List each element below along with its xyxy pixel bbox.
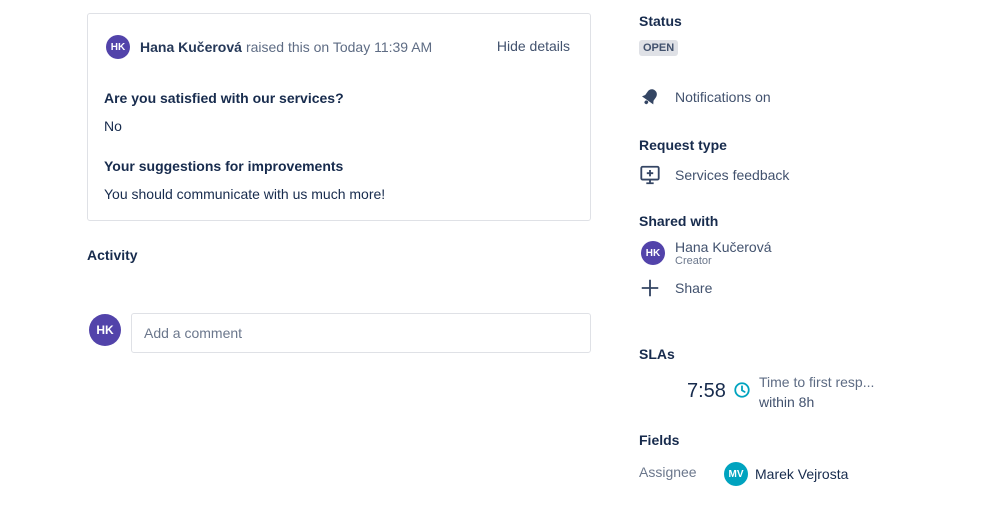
request-type-label: Request type — [639, 137, 727, 153]
shared-avatar-wrap: HK — [639, 241, 667, 265]
notifications-toggle[interactable]: Notifications on — [639, 85, 771, 109]
answer-satisfaction: No — [104, 118, 122, 134]
activity-title: Activity — [87, 247, 138, 263]
question-suggestions: Your suggestions for improvements — [104, 158, 344, 174]
plus-icon — [639, 276, 667, 300]
share-button[interactable]: Share — [639, 276, 712, 300]
fields-label: Fields — [639, 432, 680, 448]
question-satisfaction: Are you satisfied with our services? — [104, 90, 344, 106]
comment-avatar: HK — [89, 314, 121, 346]
answer-suggestions: You should communicate with us much more… — [104, 186, 386, 202]
status-badge[interactable]: OPEN — [639, 40, 679, 56]
request-type: Services feedback — [639, 163, 789, 187]
share-label: Share — [675, 280, 713, 296]
comment-input[interactable] — [131, 313, 591, 353]
avatar: HK — [641, 241, 665, 265]
notifications-label: Notifications on — [675, 89, 771, 105]
hide-details-button[interactable]: Hide details — [497, 38, 570, 54]
request-type-value: Services feedback — [675, 167, 790, 183]
desktop-add-icon — [639, 163, 667, 187]
bell-icon — [639, 85, 667, 109]
clock-icon — [733, 381, 751, 402]
sla-time-remaining: 7:58 — [687, 380, 726, 402]
assignee-avatar: MV — [724, 462, 748, 486]
request-header: HK Hana Kučerová raised this on Today 11… — [106, 35, 570, 59]
raised-timestamp: raised this on Today 11:39 AM — [245, 39, 433, 55]
sla-target: within 8h — [759, 394, 815, 410]
assignee-label: Assignee — [639, 464, 697, 480]
shared-person-info: Hana Kučerová Creator — [675, 239, 772, 267]
shared-person-name: Hana Kučerová — [675, 239, 772, 255]
shared-person-role: Creator — [675, 255, 712, 267]
shared-person: HK Hana Kučerová Creator — [639, 239, 772, 267]
shared-with-label: Shared with — [639, 213, 719, 229]
status-label: Status — [639, 13, 682, 29]
raiser-name[interactable]: Hana Kučerová — [140, 39, 242, 55]
avatar[interactable]: HK — [106, 35, 130, 59]
slas-label: SLAs — [639, 346, 675, 362]
sla-goal[interactable]: Time to first resp... — [759, 374, 874, 390]
assignee[interactable]: MV Marek Vejrosta — [724, 462, 848, 486]
assignee-name: Marek Vejrosta — [755, 466, 849, 482]
request-details-card: HK Hana Kučerová raised this on Today 11… — [87, 13, 591, 221]
